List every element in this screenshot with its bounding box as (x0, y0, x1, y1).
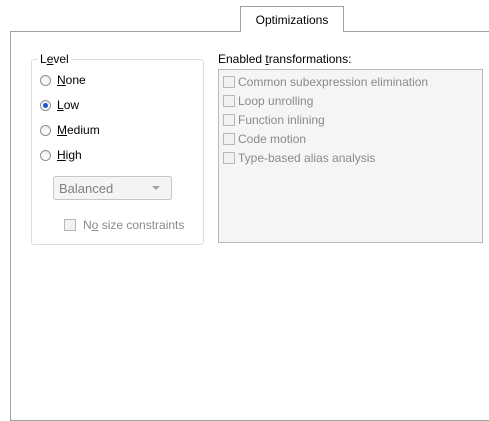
no-size-constraints-checkbox[interactable]: No size constraints (64, 217, 184, 233)
radio-level-none[interactable]: None (40, 72, 86, 88)
tab-label: Optimizations (255, 12, 329, 27)
list-item[interactable]: Code motion (223, 131, 306, 147)
profile-dropdown-value: Balanced (59, 180, 114, 196)
radio-button[interactable] (40, 99, 51, 111)
radio-label: None (57, 73, 86, 87)
radio-button[interactable] (40, 124, 51, 136)
radio-level-medium[interactable]: Medium (40, 122, 100, 138)
list-item[interactable]: Type-based alias analysis (223, 150, 375, 166)
radio-label: Medium (57, 123, 100, 137)
list-item[interactable]: Function inlining (223, 112, 325, 128)
checkbox-box[interactable] (223, 95, 235, 107)
profile-dropdown[interactable]: Balanced (53, 176, 172, 200)
checkbox-box[interactable] (223, 152, 235, 164)
checkbox-box[interactable] (223, 114, 235, 126)
radio-button[interactable] (40, 74, 51, 86)
radio-level-low[interactable]: Low (40, 97, 79, 113)
radio-label: High (57, 148, 82, 162)
checkbox-box[interactable] (223, 76, 235, 88)
tab-optimizations[interactable]: Optimizations (240, 6, 344, 32)
checkbox-box[interactable] (64, 219, 76, 231)
list-item[interactable]: Loop unrolling (223, 93, 313, 109)
transformations-label: Enabled transformations: (218, 52, 352, 66)
checkbox-box[interactable] (223, 133, 235, 145)
list-item[interactable]: Common subexpression elimination (223, 74, 428, 90)
transformations-checklist[interactable]: Common subexpression elimination Loop un… (218, 69, 483, 243)
chevron-down-icon (152, 186, 160, 190)
checkbox-label: No size constraints (83, 218, 185, 232)
radio-label: Low (57, 98, 80, 112)
radio-button[interactable] (40, 149, 51, 161)
radio-level-high[interactable]: High (40, 147, 82, 163)
level-group-label: Level (38, 52, 71, 66)
